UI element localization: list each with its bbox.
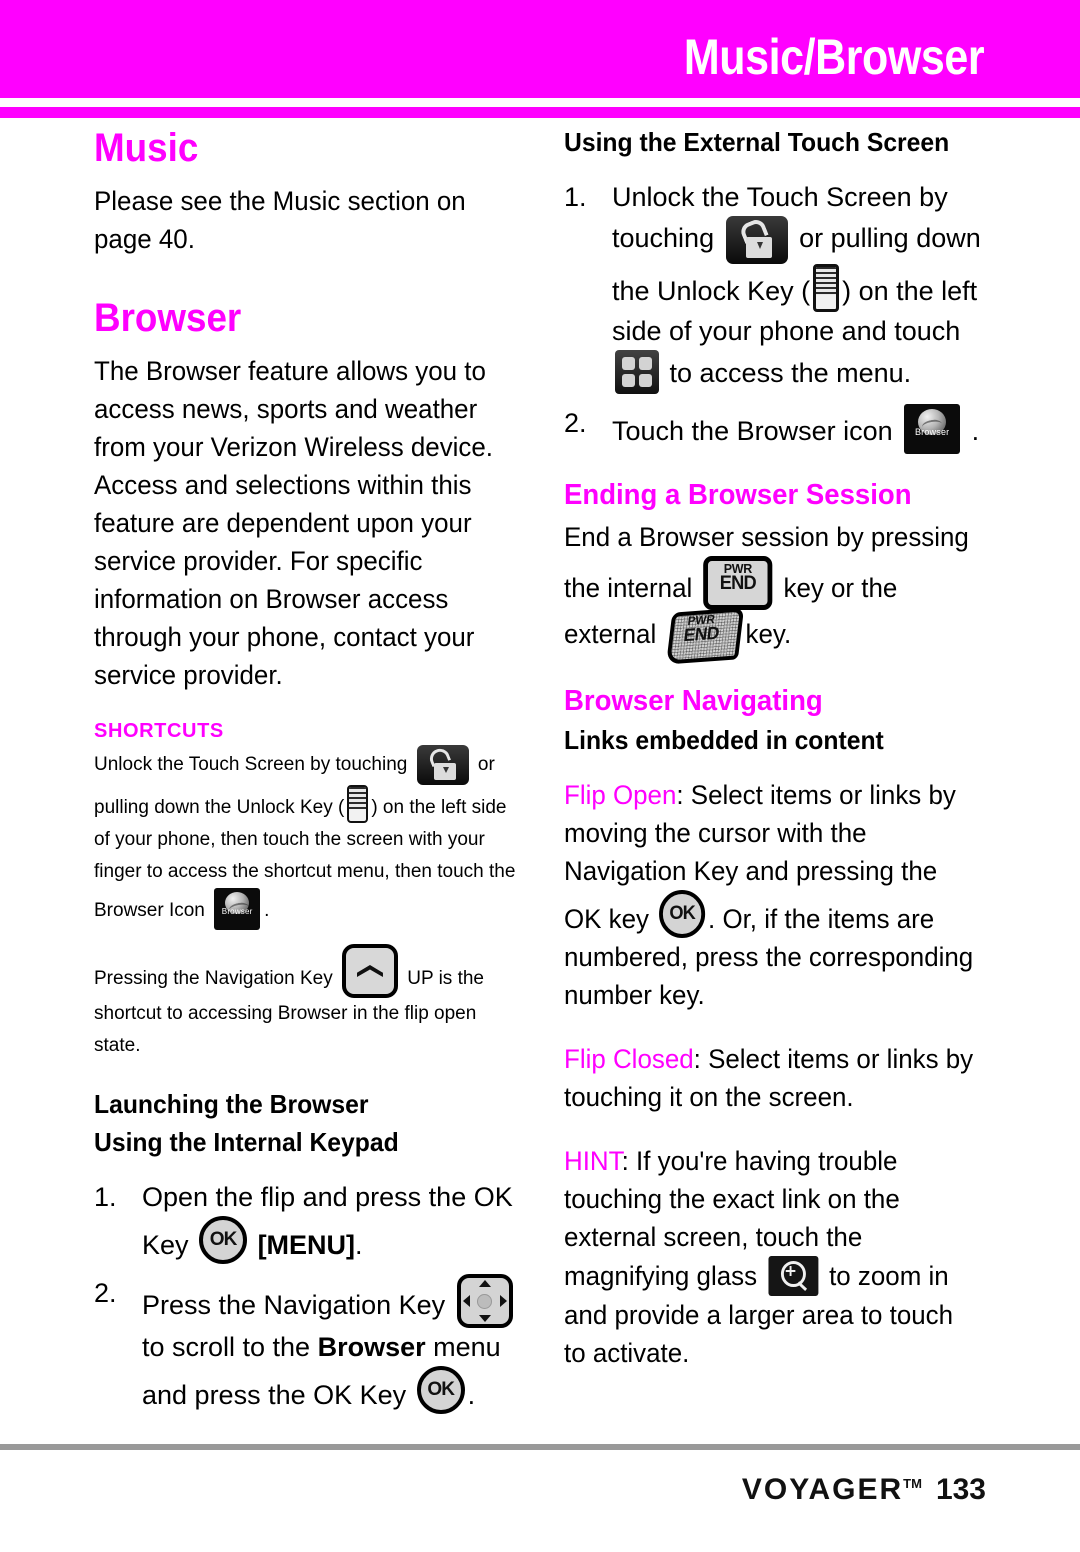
end-label: END [719,573,757,594]
flip-open-paragraph: Flip Open: Select items or links by movi… [564,776,979,1014]
links-embedded-heading: Links embedded in content [564,725,884,755]
external-touch-heading: Using the External Touch Screen [564,127,950,157]
page-title: Music/Browser [683,29,985,85]
step-number: 2. [94,1278,117,1308]
browser-globe-icon: Browser [214,888,261,930]
ok-key-icon: OK [416,1366,465,1414]
step-text-d: to access the menu. [669,358,912,388]
step-text-a: Touch the Browser icon [612,416,893,446]
shortcuts-text-a: Unlock the Touch Screen by touching [94,754,408,776]
navigation-up-key-icon [341,944,398,998]
shortcuts-text-d: . [264,900,270,921]
flip-closed-paragraph: Flip Closed: Select items or links by to… [564,1040,979,1116]
header-divider-rule [0,107,1080,118]
shortcuts-nav-text-a: Pressing the Navigation Key [94,968,333,989]
magnifying-glass-zoom-icon [768,1256,819,1296]
unlock-padlock-icon [416,745,469,785]
menu-grid-icon [615,350,659,394]
shortcuts-label: SHORTCUTS [94,720,224,742]
external-touch-steps: 1. Unlock the Touch Screen by touching o… [564,178,996,454]
list-item: 1. Unlock the Touch Screen by touching o… [564,178,996,394]
footer-divider-rule [0,1444,1080,1450]
step-menu-label: [MENU] [257,1230,356,1260]
step-text-b: to scroll to the [142,1332,311,1362]
internal-keypad-steps: 1. Open the flip and press the OK Key OK… [94,1178,524,1414]
ending-session-heading: Ending a Browser Session [564,479,912,511]
pwr-end-key-icon: PWR END [703,556,773,610]
shortcuts-paragraph-1: Unlock the Touch Screen by touching or p… [94,745,524,930]
internal-keypad-heading: Using the Internal Keypad [94,1127,399,1157]
ending-session-paragraph: End a Browser session by pressing the in… [564,518,979,665]
list-item: 2. Touch the Browser icon Browser . [564,404,996,454]
ok-key-label: OK [669,903,695,924]
shortcuts-paragraph-2: Pressing the Navigation Key UP is the sh… [94,944,524,1062]
launching-browser-heading: Launching the Browser [94,1089,369,1119]
browser-icon-label: Browser [914,427,950,437]
ok-key-icon: OK [659,890,706,938]
unlock-slider-key-icon [813,264,840,312]
flip-open-label: Flip Open [564,780,677,810]
browser-paragraph: The Browser feature allows you to access… [94,356,494,690]
list-item: 2. Press the Navigation Key to scroll to… [94,1274,524,1414]
step-number: 1. [94,1182,117,1212]
browser-globe-icon: Browser [904,404,961,454]
step-text-a: Press the Navigation Key [142,1290,446,1320]
step-number: 2. [564,408,587,438]
list-item: 1. Open the flip and press the OK Key OK… [94,1178,524,1264]
unlock-slider-key-icon [347,785,369,823]
right-column: Using the External Touch Screen 1. Unloc… [564,126,996,1372]
step-text-b: . [971,416,980,446]
browser-navigating-heading: Browser Navigating [564,685,823,717]
footer-brand: VOYAGERTM 133 [742,1473,986,1507]
music-heading: Music [94,126,199,170]
ok-key-label: OK [427,1379,455,1400]
ok-key-icon: OK [199,1216,248,1264]
trademark-symbol: TM [903,1476,922,1491]
flip-closed-label: Flip Closed [564,1044,694,1074]
hint-label: HINT [564,1146,622,1176]
step-bold-browser: Browser [317,1332,426,1362]
browser-heading: Browser [94,296,242,340]
page-number: 133 [935,1473,986,1506]
step-text-d: . [467,1380,476,1410]
left-column: Music Please see the Music section on pa… [94,126,524,1424]
navigation-4way-key-icon [456,1274,513,1328]
music-paragraph: Please see the Music section on page 40. [94,186,466,254]
unlock-padlock-icon [725,216,788,264]
footer-brand-name: VOYAGER [741,1473,904,1506]
step-number: 1. [564,182,587,212]
ending-text-c: key. [745,619,792,649]
pwr-end-external-key-icon: PWR END [665,607,744,665]
browser-icon-label: Browser [221,907,253,916]
hint-paragraph: HINT: If you're having trouble touching … [564,1142,979,1372]
step-text-c: . [355,1230,363,1260]
ok-key-label: OK [209,1229,238,1250]
